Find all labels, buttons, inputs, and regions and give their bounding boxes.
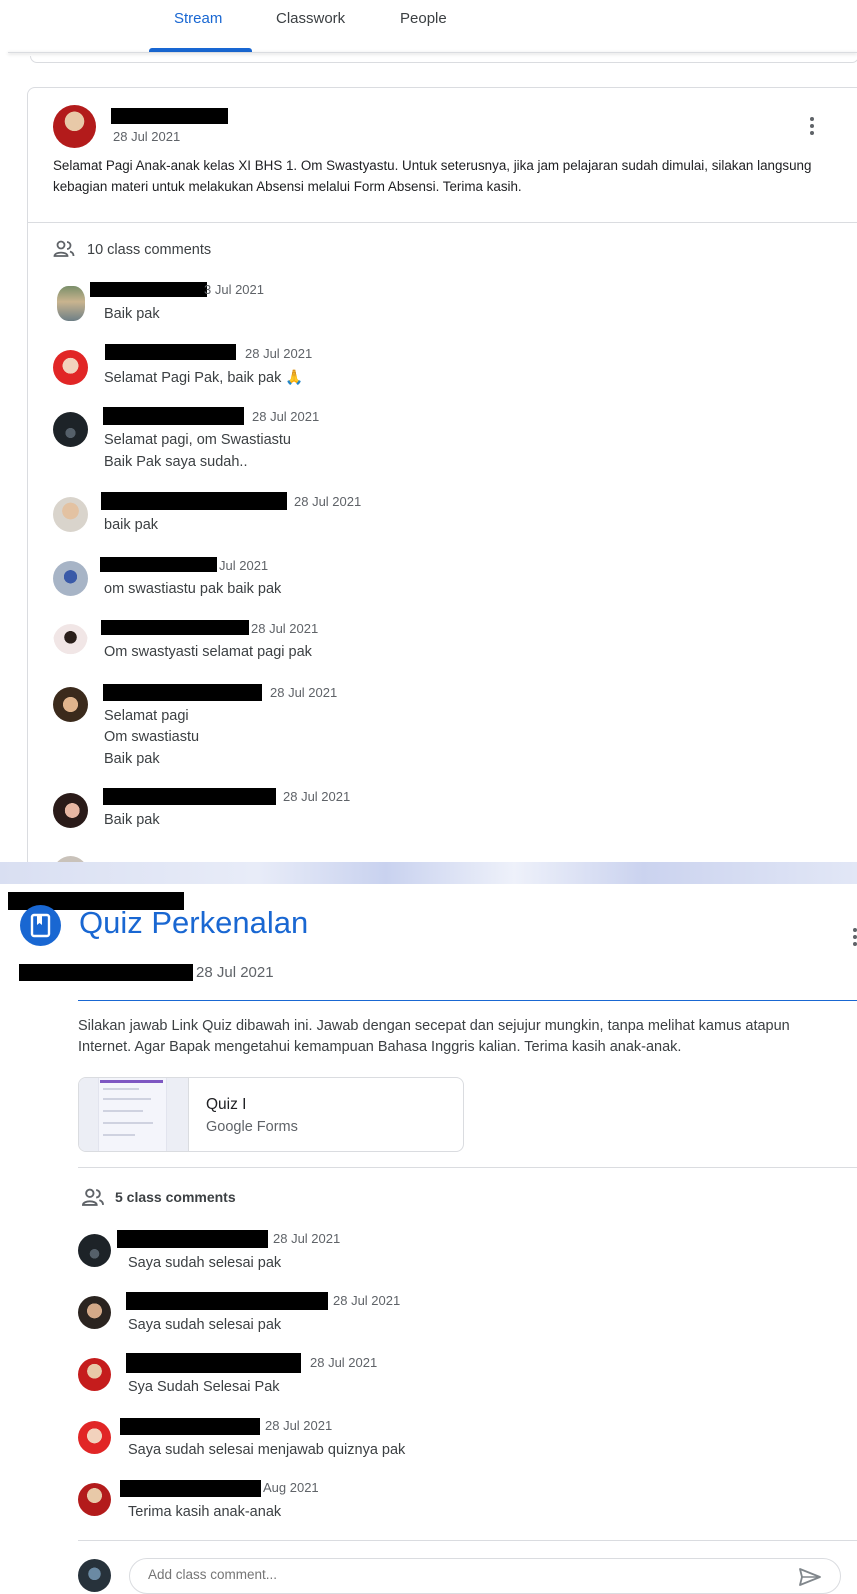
commenter-name-redacted — [101, 620, 249, 635]
commenter-avatar — [53, 687, 88, 722]
comment-date: 28 Jul 2021 — [310, 1355, 378, 1370]
top-nav: Stream Classwork People — [0, 0, 857, 52]
attachment-title[interactable]: Quiz I — [206, 1096, 246, 1114]
comment-text: Sya Sudah Selesai Pak — [128, 1379, 280, 1395]
comment-text: Om swastiastu — [104, 729, 200, 745]
comment-date: 28 Jul 2021 — [273, 1231, 341, 1246]
tab-classwork[interactable]: Classwork — [276, 10, 345, 27]
commenter-avatar — [53, 350, 88, 385]
attachment-card[interactable]: Quiz I Google Forms — [78, 1077, 464, 1152]
author-name-redacted — [111, 108, 228, 124]
commenter-avatar — [78, 1483, 111, 1516]
current-user-avatar — [78, 1559, 111, 1592]
tab-stream[interactable]: Stream — [174, 10, 222, 27]
quiz-date: 28 Jul 2021 — [196, 964, 274, 981]
quiz-divider — [78, 1167, 857, 1168]
quiz-title: Quiz Perkenalan — [79, 905, 309, 940]
more-vert-icon[interactable] — [810, 117, 814, 138]
commenter-name-redacted — [103, 684, 262, 701]
comment-date: 28 Jul 2021 — [294, 494, 362, 509]
commenter-name-redacted — [103, 788, 276, 805]
comment-text: Om swastyasti selamat pagi pak — [104, 644, 312, 660]
commenter-avatar — [53, 497, 88, 532]
comment-text: Saya sudah selesai pak — [128, 1317, 282, 1333]
commenter-name-redacted — [126, 1353, 301, 1373]
comment-date: 28 Jul 2021 — [265, 1418, 333, 1433]
commenter-avatar — [53, 561, 88, 596]
comment-text: Terima kasih anak-anak — [128, 1504, 282, 1520]
commenter-avatar — [53, 412, 88, 447]
class-banner-strip — [0, 862, 857, 884]
assignment-icon — [20, 905, 61, 946]
send-icon[interactable] — [798, 1567, 822, 1587]
comment-text: Selamat pagi — [104, 708, 189, 724]
comment-text: Baik pak — [104, 751, 160, 767]
commenter-name-redacted — [117, 1230, 268, 1248]
comment-text: baik pak — [104, 517, 159, 533]
comment-text: Selamat pagi, om Swastiastu — [104, 432, 291, 448]
comment-text: Baik Pak saya sudah.. — [104, 454, 248, 470]
comment-date: 3 Jul 2021 — [204, 282, 264, 297]
author-name-redacted — [19, 964, 193, 981]
previous-card-edge — [30, 56, 857, 63]
comment-text: Saya sudah selesai pak — [128, 1255, 282, 1271]
people-icon — [82, 1188, 104, 1206]
post-divider — [28, 222, 857, 223]
post-date: 28 Jul 2021 — [113, 129, 181, 144]
commenter-name-redacted — [101, 492, 287, 510]
comment-text: om swastiastu pak baik pak — [104, 581, 282, 597]
comment-text: Baik pak — [104, 306, 160, 322]
author-avatar — [53, 105, 96, 148]
post-text: Selamat Pagi Anak-anak kelas XI BHS 1. O… — [53, 158, 812, 194]
commenter-avatar — [78, 1358, 111, 1391]
commenter-avatar — [78, 1296, 111, 1329]
commenter-avatar — [53, 624, 88, 659]
commenter-name-redacted — [90, 282, 207, 297]
commenter-name-redacted — [120, 1418, 260, 1435]
form-thumbnail — [79, 1078, 189, 1151]
commenter-name-redacted — [103, 407, 244, 425]
tab-people[interactable]: People — [400, 10, 447, 27]
comment-date: 28 Jul 2021 — [283, 789, 351, 804]
quiz-header-divider — [78, 1000, 857, 1001]
nav-divider — [8, 52, 857, 53]
comment-date: 28 Jul 2021 — [270, 685, 338, 700]
commenter-name-redacted — [100, 557, 217, 572]
people-icon — [53, 240, 75, 257]
comment-text: Selamat Pagi Pak, baik pak 🙏 — [104, 370, 304, 386]
comment-date: 28 Jul 2021 — [252, 409, 320, 424]
announcement-card: 28 Jul 2021 Selamat Pagi Anak-anak kelas… — [27, 87, 857, 869]
comment-date: 28 Jul 2021 — [333, 1293, 401, 1308]
commenter-name-redacted — [120, 1480, 261, 1497]
more-vert-icon[interactable] — [853, 928, 857, 949]
commenter-avatar — [57, 286, 85, 321]
comment-date: Aug 2021 — [263, 1480, 319, 1495]
commenter-name-redacted — [126, 1292, 328, 1310]
commenter-avatar — [78, 1421, 111, 1454]
comment-input-field[interactable] — [146, 1566, 770, 1583]
attachment-type: Google Forms — [206, 1119, 298, 1135]
commenter-avatar — [53, 793, 88, 828]
commenter-name-redacted — [105, 344, 236, 360]
comments-divider — [78, 1540, 857, 1541]
add-comment-input[interactable] — [129, 1558, 841, 1594]
comment-date: 28 Jul 2021 — [251, 621, 319, 636]
comment-text: Saya sudah selesai menjawab quiznya pak — [128, 1442, 406, 1458]
commenter-avatar — [78, 1234, 111, 1267]
class-comments-count[interactable]: 10 class comments — [87, 242, 211, 258]
class-comments-count[interactable]: 5 class comments — [115, 1189, 236, 1205]
comment-text: Baik pak — [104, 812, 160, 828]
quiz-description: Silakan jawab Link Quiz dibawah ini. Jaw… — [78, 1018, 790, 1055]
comment-date: 28 Jul 2021 — [245, 346, 313, 361]
comment-date: Jul 2021 — [219, 558, 269, 573]
